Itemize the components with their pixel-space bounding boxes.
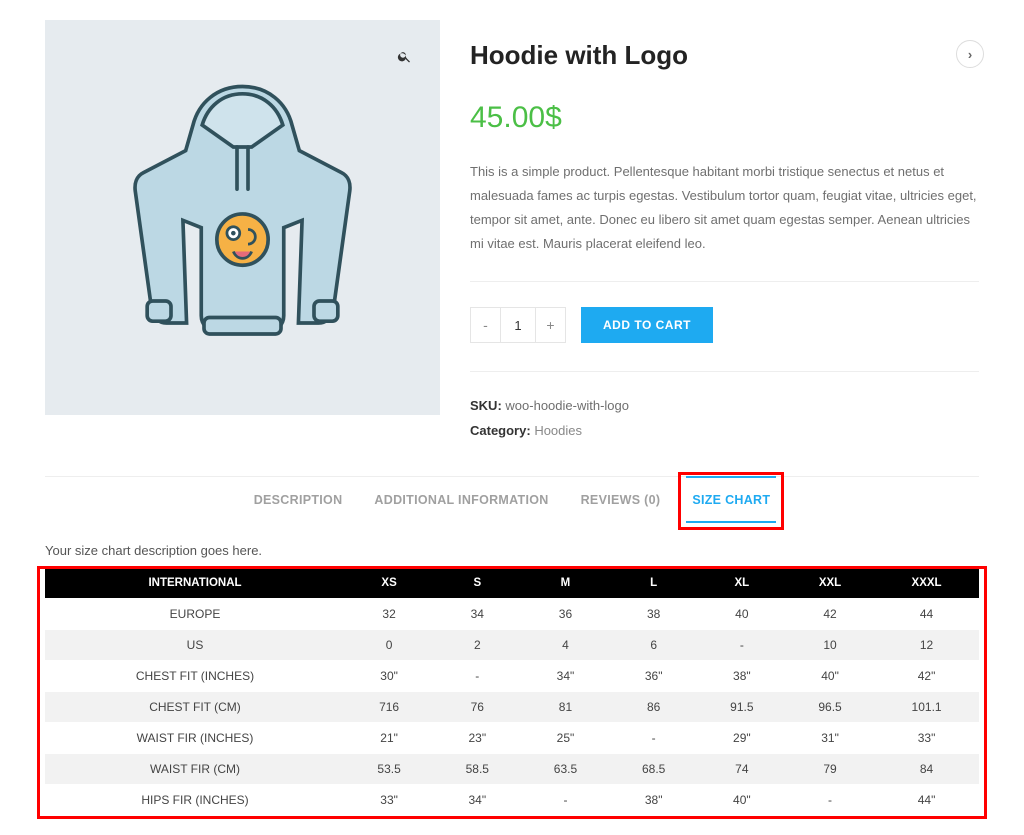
table-row: CHEST FIT (CM)71676818691.596.5101.1	[45, 691, 979, 722]
table-cell: HIPS FIR (INCHES)	[45, 784, 345, 815]
table-cell: 42	[786, 598, 874, 629]
table-cell: 34"	[433, 784, 521, 815]
table-cell: 36	[521, 598, 609, 629]
table-header: XXL	[786, 568, 874, 599]
table-row: WAIST FIR (CM)53.558.563.568.5747984	[45, 753, 979, 784]
table-header: L	[610, 568, 698, 599]
table-cell: 44	[874, 598, 979, 629]
table-header: M	[521, 568, 609, 599]
tab-size-chart[interactable]: SIZE CHART	[690, 477, 772, 523]
table-cell: 34"	[521, 660, 609, 691]
product-meta: SKU: woo-hoodie-with-logo Category: Hood…	[470, 394, 979, 443]
table-cell: 53.5	[345, 753, 433, 784]
size-chart-table: INTERNATIONALXSSMLXLXXLXXXL EUROPE323436…	[45, 568, 979, 815]
table-cell: 40	[698, 598, 786, 629]
table-cell: 6	[610, 629, 698, 660]
size-chart-intro: Your size chart description goes here.	[45, 543, 979, 558]
table-header: INTERNATIONAL	[45, 568, 345, 599]
product-price: 45.00$	[470, 101, 979, 135]
table-cell: 58.5	[433, 753, 521, 784]
sku-label: SKU:	[470, 398, 502, 413]
table-cell: US	[45, 629, 345, 660]
table-cell: 81	[521, 691, 609, 722]
next-product-button[interactable]: ›	[956, 40, 984, 68]
tab-reviews[interactable]: REVIEWS (0)	[579, 477, 663, 523]
table-cell: -	[786, 784, 874, 815]
table-cell: 31"	[786, 722, 874, 753]
table-cell: 4	[521, 629, 609, 660]
table-cell: 84	[874, 753, 979, 784]
table-row: EUROPE32343638404244	[45, 598, 979, 629]
table-cell: -	[521, 784, 609, 815]
quantity-stepper: - +	[470, 307, 566, 343]
table-cell: 2	[433, 629, 521, 660]
table-cell: 40"	[786, 660, 874, 691]
table-cell: 86	[610, 691, 698, 722]
product-summary: › Hoodie with Logo 45.00$ This is a simp…	[470, 20, 979, 444]
table-cell: 0	[345, 629, 433, 660]
table-cell: CHEST FIT (CM)	[45, 691, 345, 722]
table-cell: 25"	[521, 722, 609, 753]
table-cell: 68.5	[610, 753, 698, 784]
quantity-plus-button[interactable]: +	[535, 308, 565, 342]
table-cell: 32	[345, 598, 433, 629]
product-short-description: This is a simple product. Pellentesque h…	[470, 160, 979, 282]
table-cell: CHEST FIT (INCHES)	[45, 660, 345, 691]
table-cell: 38"	[698, 660, 786, 691]
table-row: WAIST FIR (INCHES)21"23"25"-29"31"33"	[45, 722, 979, 753]
table-cell: 42"	[874, 660, 979, 691]
category-link[interactable]: Hoodies	[534, 423, 582, 438]
table-cell: 63.5	[521, 753, 609, 784]
table-cell: 91.5	[698, 691, 786, 722]
table-cell: 74	[698, 753, 786, 784]
table-cell: 12	[874, 629, 979, 660]
table-cell: 79	[786, 753, 874, 784]
table-header: XL	[698, 568, 786, 599]
table-cell: 29"	[698, 722, 786, 753]
product-title: Hoodie with Logo	[470, 40, 979, 71]
size-chart-panel: Your size chart description goes here. I…	[45, 543, 979, 815]
table-cell: -	[610, 722, 698, 753]
table-header: XS	[345, 568, 433, 599]
table-cell: 38"	[610, 784, 698, 815]
table-row: CHEST FIT (INCHES)30"-34"36"38"40"42"	[45, 660, 979, 691]
table-cell: 34	[433, 598, 521, 629]
add-to-cart-button[interactable]: ADD TO CART	[581, 307, 713, 343]
table-cell: 76	[433, 691, 521, 722]
table-cell: 716	[345, 691, 433, 722]
table-cell: 36"	[610, 660, 698, 691]
table-cell: WAIST FIR (INCHES)	[45, 722, 345, 753]
table-cell: 10	[786, 629, 874, 660]
table-cell: 21"	[345, 722, 433, 753]
table-cell: 96.5	[786, 691, 874, 722]
tab-description[interactable]: DESCRIPTION	[252, 477, 345, 523]
zoom-icon[interactable]	[386, 38, 422, 74]
table-cell: 44"	[874, 784, 979, 815]
product-image[interactable]	[45, 20, 440, 415]
table-cell: 33"	[874, 722, 979, 753]
quantity-minus-button[interactable]: -	[471, 308, 501, 342]
sku-value: woo-hoodie-with-logo	[505, 398, 629, 413]
table-cell: 101.1	[874, 691, 979, 722]
table-cell: -	[698, 629, 786, 660]
table-row: US0246-1012	[45, 629, 979, 660]
table-cell: EUROPE	[45, 598, 345, 629]
product-tabs: DESCRIPTION ADDITIONAL INFORMATION REVIE…	[45, 476, 979, 523]
table-cell: 30"	[345, 660, 433, 691]
quantity-input[interactable]	[501, 308, 535, 342]
table-cell: 23"	[433, 722, 521, 753]
table-cell: -	[433, 660, 521, 691]
tab-additional-information[interactable]: ADDITIONAL INFORMATION	[372, 477, 550, 523]
table-header: XXXL	[874, 568, 979, 599]
product: › Hoodie with Logo 45.00$ This is a simp…	[45, 20, 979, 444]
table-cell: 38	[610, 598, 698, 629]
category-label: Category:	[470, 423, 531, 438]
hoodie-illustration-icon	[105, 70, 380, 363]
table-cell: WAIST FIR (CM)	[45, 753, 345, 784]
table-header: S	[433, 568, 521, 599]
table-row: HIPS FIR (INCHES)33"34"-38"40"-44"	[45, 784, 979, 815]
table-cell: 40"	[698, 784, 786, 815]
add-to-cart-row: - + ADD TO CART	[470, 307, 979, 372]
table-cell: 33"	[345, 784, 433, 815]
